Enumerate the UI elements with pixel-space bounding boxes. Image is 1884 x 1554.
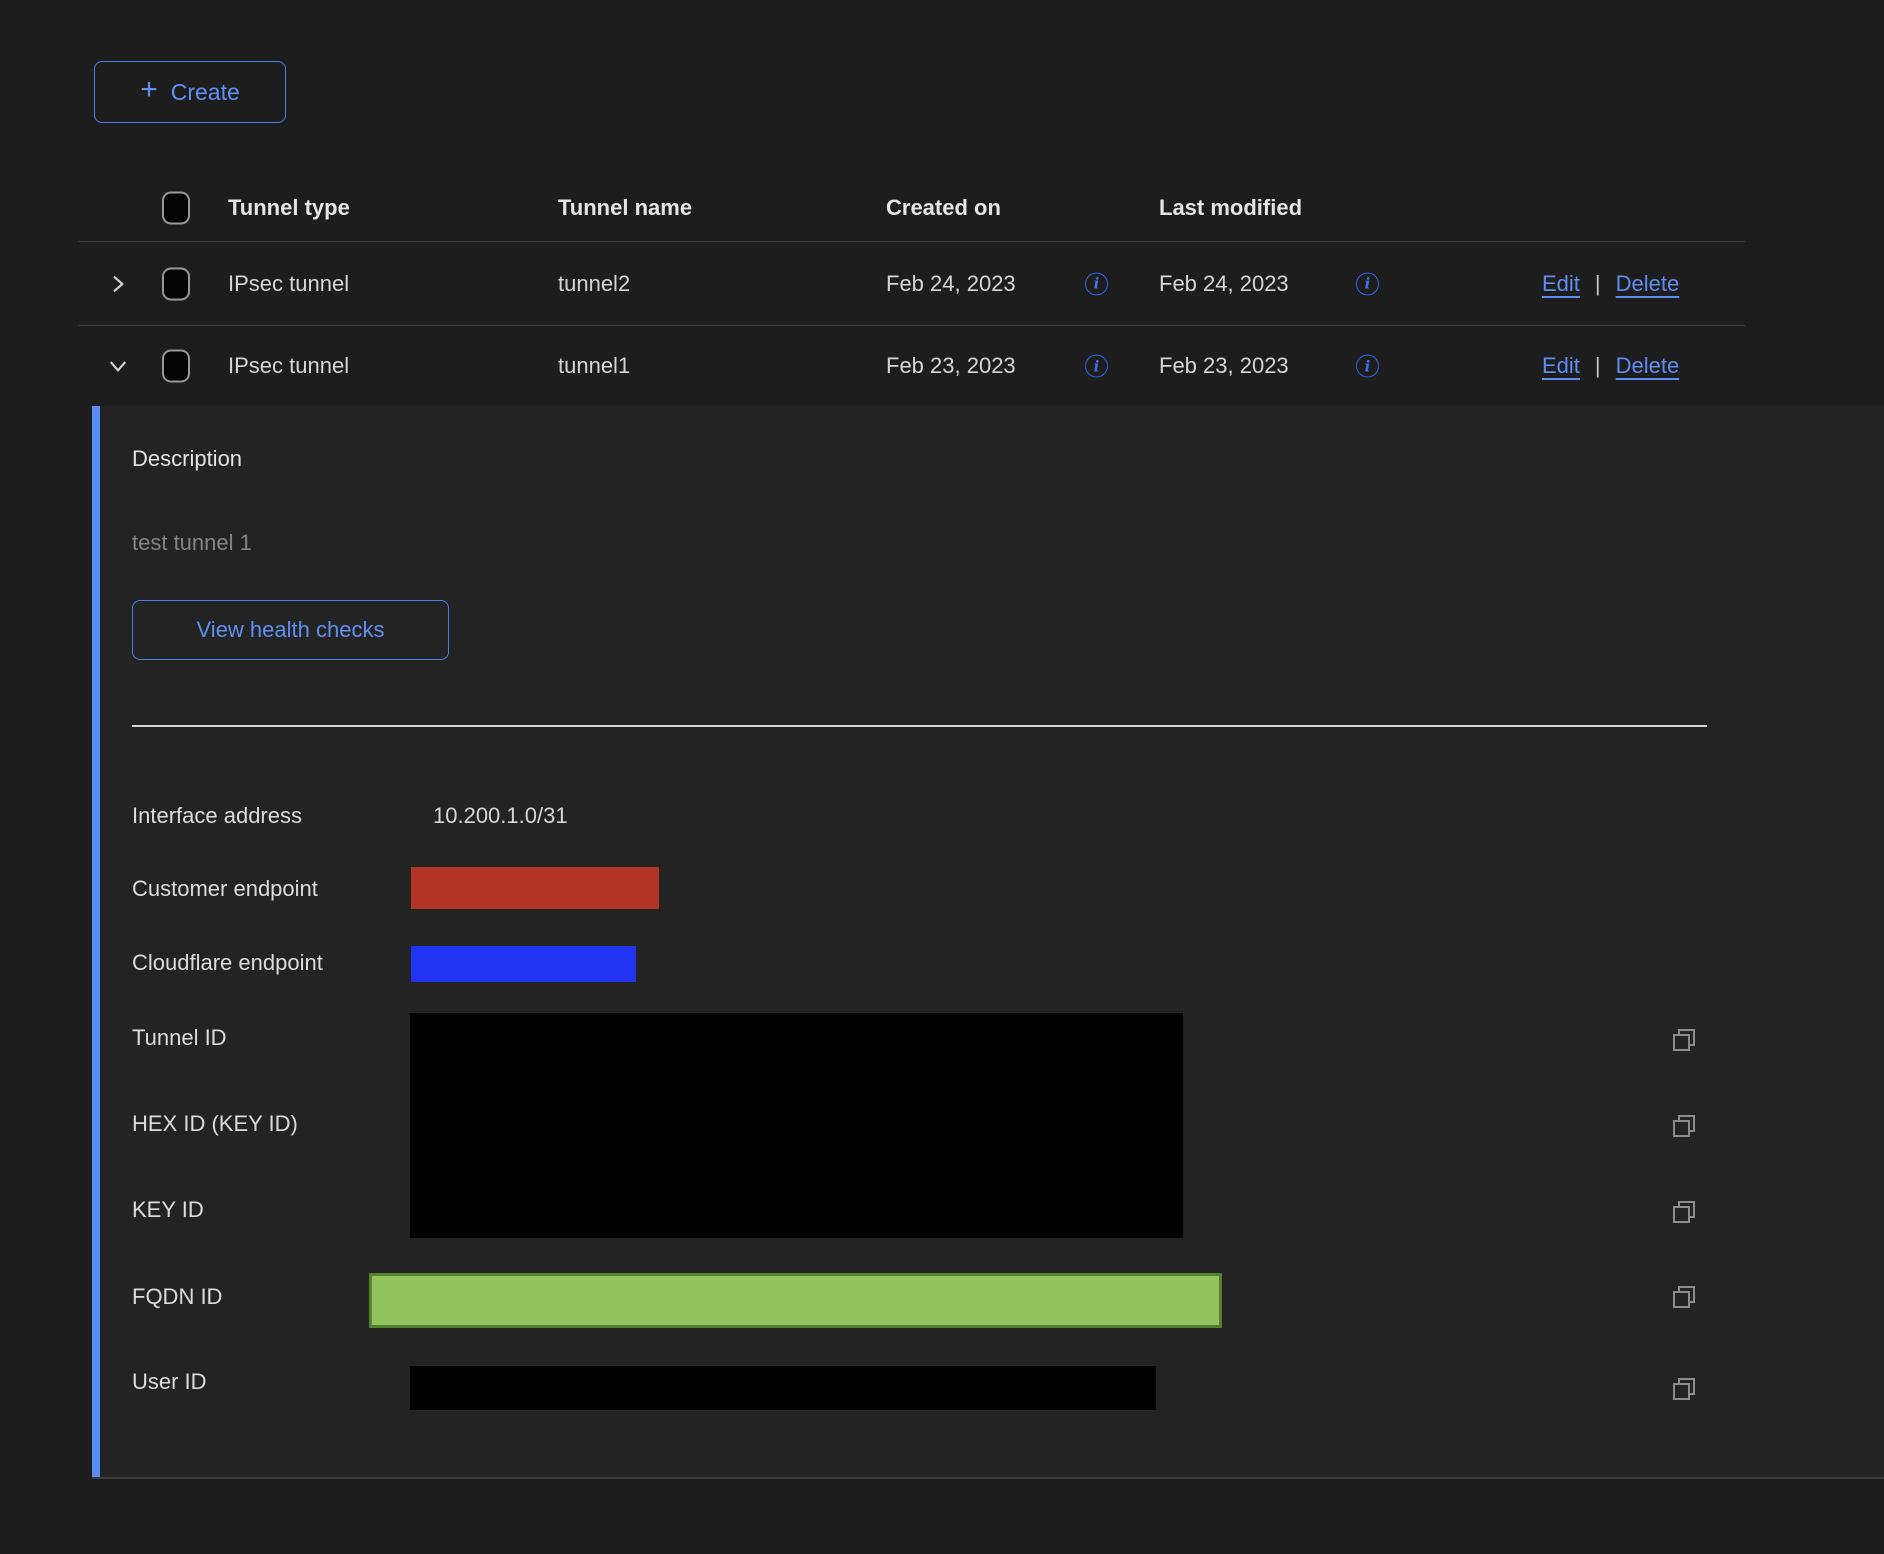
column-header-tunnel-type: Tunnel type (228, 195, 350, 221)
copy-tunnel-id-icon[interactable] (1669, 1025, 1699, 1055)
edit-link[interactable]: Edit (1542, 271, 1580, 297)
table-header-row: Tunnel type Tunnel name Created on Last … (0, 175, 1884, 241)
interface-address-label: Interface address (132, 803, 302, 829)
customer-endpoint-label: Customer endpoint (132, 876, 318, 902)
user-id-redacted-value (410, 1366, 1156, 1410)
created-on-cell: Feb 24, 2023 (886, 271, 1016, 297)
create-button-label: Create (171, 79, 240, 106)
delete-link[interactable]: Delete (1616, 271, 1680, 297)
last-modified-cell: Feb 24, 2023 (1159, 271, 1289, 297)
row-checkbox[interactable] (162, 350, 190, 383)
tunnel-id-label: Tunnel ID (132, 1025, 227, 1051)
select-all-checkbox[interactable] (162, 192, 190, 225)
key-id-label: KEY ID (132, 1197, 204, 1223)
interface-address-value: 10.200.1.0/31 (433, 803, 568, 829)
column-header-tunnel-name: Tunnel name (558, 195, 692, 221)
fqdn-id-label: FQDN ID (132, 1284, 222, 1310)
chevron-down-icon[interactable] (106, 354, 130, 378)
delete-link[interactable]: Delete (1616, 353, 1680, 379)
tunnel-name-cell: tunnel1 (558, 353, 630, 379)
edit-link[interactable]: Edit (1542, 353, 1580, 379)
cloudflare-endpoint-redacted-value (411, 946, 636, 982)
create-button[interactable]: + Create (94, 61, 286, 123)
customer-endpoint-redacted-value (411, 867, 659, 909)
hex-id-label: HEX ID (KEY ID) (132, 1111, 298, 1137)
copy-fqdn-id-icon[interactable] (1669, 1282, 1699, 1312)
tunnel-type-cell: IPsec tunnel (228, 353, 349, 379)
last-modified-cell: Feb 23, 2023 (1159, 353, 1289, 379)
cloudflare-endpoint-label: Cloudflare endpoint (132, 950, 323, 976)
created-on-cell: Feb 23, 2023 (886, 353, 1016, 379)
info-icon[interactable]: i (1085, 272, 1108, 295)
plus-icon: + (140, 75, 158, 105)
actions-separator: | (1595, 271, 1601, 297)
row-actions: Edit | Delete (1542, 271, 1679, 297)
user-id-label: User ID (132, 1369, 207, 1395)
tunnels-page: { "colors": { "accent_blue": "#5f8df2", … (0, 0, 1884, 1554)
info-icon[interactable]: i (1085, 355, 1108, 378)
copy-hex-id-icon[interactable] (1669, 1111, 1699, 1141)
chevron-right-icon[interactable] (106, 272, 130, 296)
column-header-created-on: Created on (886, 195, 1001, 221)
description-label: Description (132, 446, 242, 472)
copy-user-id-icon[interactable] (1669, 1374, 1699, 1404)
table-row-tunnel1: IPsec tunnel tunnel1 Feb 23, 2023 i Feb … (0, 326, 1884, 406)
info-icon[interactable]: i (1356, 272, 1379, 295)
info-icon[interactable]: i (1356, 355, 1379, 378)
expanded-row-accent-bar (92, 406, 100, 1477)
row-checkbox[interactable] (162, 267, 190, 300)
ids-redacted-block (410, 1013, 1183, 1238)
description-value: test tunnel 1 (132, 530, 252, 556)
detail-divider (132, 725, 1707, 727)
actions-separator: | (1595, 353, 1601, 379)
tunnel-name-cell: tunnel2 (558, 271, 630, 297)
view-health-checks-button[interactable]: View health checks (132, 600, 449, 660)
tunnel-detail-panel: Description test tunnel 1 View health ch… (92, 406, 1884, 1479)
row-actions: Edit | Delete (1542, 353, 1679, 379)
copy-key-id-icon[interactable] (1669, 1197, 1699, 1227)
fqdn-id-redacted-value (369, 1273, 1222, 1328)
tunnel-type-cell: IPsec tunnel (228, 271, 349, 297)
column-header-last-modified: Last modified (1159, 195, 1302, 221)
table-row-tunnel2: IPsec tunnel tunnel2 Feb 24, 2023 i Feb … (0, 242, 1884, 325)
